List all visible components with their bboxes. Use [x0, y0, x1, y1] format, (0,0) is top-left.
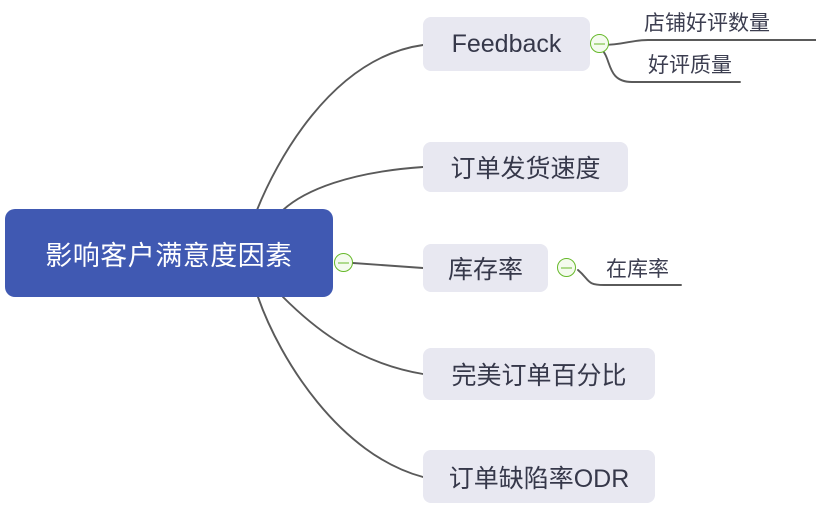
branch-node-feedback[interactable]: Feedback	[423, 17, 590, 71]
leaf-node-in-stock-rate-label: 在库率	[606, 258, 669, 281]
branch-node-perfect-order-percentage[interactable]: 完美订单百分比	[423, 348, 655, 400]
root-node[interactable]: 影响客户满意度因素	[5, 209, 333, 297]
edge-feedback-count	[600, 39, 816, 46]
edge-root-shipping	[282, 166, 424, 211]
edge-root-defect	[257, 296, 424, 478]
branch-node-perfect-order-percentage-label: 完美订单百分比	[451, 362, 627, 390]
branch-node-inventory-rate-label: 库存率	[447, 256, 523, 284]
branch-node-inventory-rate[interactable]: 库存率	[423, 244, 548, 292]
branch-node-feedback-label: Feedback	[451, 29, 562, 58]
leaf-node-shop-positive-count-label: 店铺好评数量	[644, 12, 770, 35]
leaf-node-shop-positive-count[interactable]: 店铺好评数量	[644, 7, 770, 37]
edge-root-feedback	[256, 44, 424, 211]
edge-root-perfect	[282, 296, 424, 375]
branch-node-order-defect-rate[interactable]: 订单缺陷率ODR	[423, 450, 655, 503]
feedback-collapse-toggle[interactable]	[590, 34, 609, 53]
leaf-node-positive-quality[interactable]: 好评质量	[648, 49, 732, 79]
root-node-label: 影响客户满意度因素	[45, 240, 293, 271]
mindmap-canvas: 影响客户满意度因素 Feedback 店铺好评数量 好评质量 订单发货速度 库存…	[0, 0, 816, 515]
root-collapse-toggle[interactable]	[334, 253, 353, 272]
leaf-node-positive-quality-label: 好评质量	[648, 54, 732, 77]
branch-node-order-defect-rate-label: 订单缺陷率ODR	[448, 464, 630, 493]
branch-node-order-shipping-speed[interactable]: 订单发货速度	[423, 142, 628, 192]
branch-node-order-shipping-speed-label: 订单发货速度	[450, 155, 601, 183]
inventory-rate-collapse-toggle[interactable]	[557, 258, 576, 277]
leaf-node-in-stock-rate[interactable]: 在库率	[606, 253, 669, 283]
